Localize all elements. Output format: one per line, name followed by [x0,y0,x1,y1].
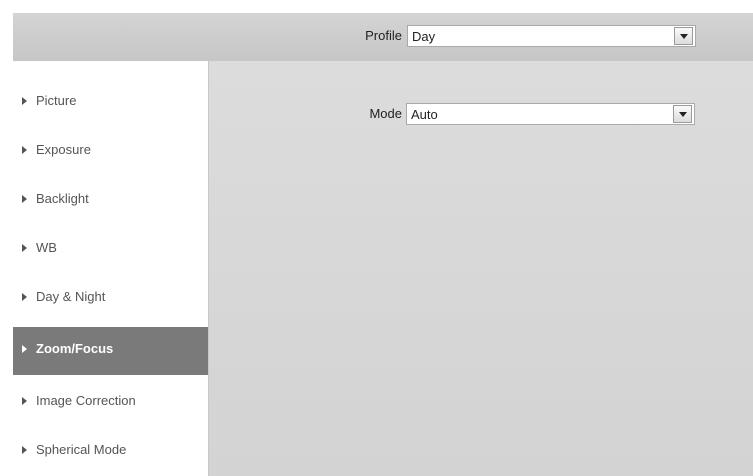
sidebar-item-label: Day & Night [36,289,106,304]
profile-bar: Profile Day [13,13,753,61]
caret-right-icon [22,146,27,154]
mode-label: Mode [369,106,402,121]
sidebar-item-picture[interactable]: Picture [13,79,208,127]
caret-right-icon [22,345,27,353]
settings-page: Profile Day Picture Exposure Backlight W… [0,0,753,476]
sidebar-item-label: WB [36,240,57,255]
caret-right-icon [22,397,27,405]
profile-select[interactable]: Day [407,25,696,47]
sidebar-item-label: Picture [36,93,77,108]
sidebar-item-label: Spherical Mode [36,442,127,457]
sidebar-item-label: Zoom/Focus [36,341,114,356]
sidebar-item-image-correction[interactable]: Image Correction [13,379,208,427]
profile-label: Profile [365,28,402,43]
sidebar-item-label: Backlight [36,191,89,206]
sidebar: Picture Exposure Backlight WB Day & Nigh… [13,61,208,476]
sidebar-item-label: Exposure [36,142,91,157]
sidebar-item-zoom-focus[interactable]: Zoom/Focus [13,327,208,375]
profile-select-value: Day [412,29,436,44]
caret-right-icon [22,293,27,301]
sidebar-item-wb[interactable]: WB [13,226,208,274]
chevron-down-icon[interactable] [674,27,693,45]
sidebar-item-exposure[interactable]: Exposure [13,128,208,176]
mode-select[interactable]: Auto [406,103,695,125]
sidebar-item-spherical-mode[interactable]: Spherical Mode [13,428,208,476]
mode-select-value: Auto [411,107,438,122]
caret-right-icon [22,97,27,105]
sidebar-item-day-night[interactable]: Day & Night [13,275,208,323]
chevron-down-icon[interactable] [673,105,692,123]
caret-right-icon [22,195,27,203]
caret-right-icon [22,244,27,252]
sidebar-item-label: Image Correction [36,393,136,408]
settings-panel: Mode Auto [209,61,753,476]
caret-right-icon [22,446,27,454]
sidebar-item-backlight[interactable]: Backlight [13,177,208,225]
